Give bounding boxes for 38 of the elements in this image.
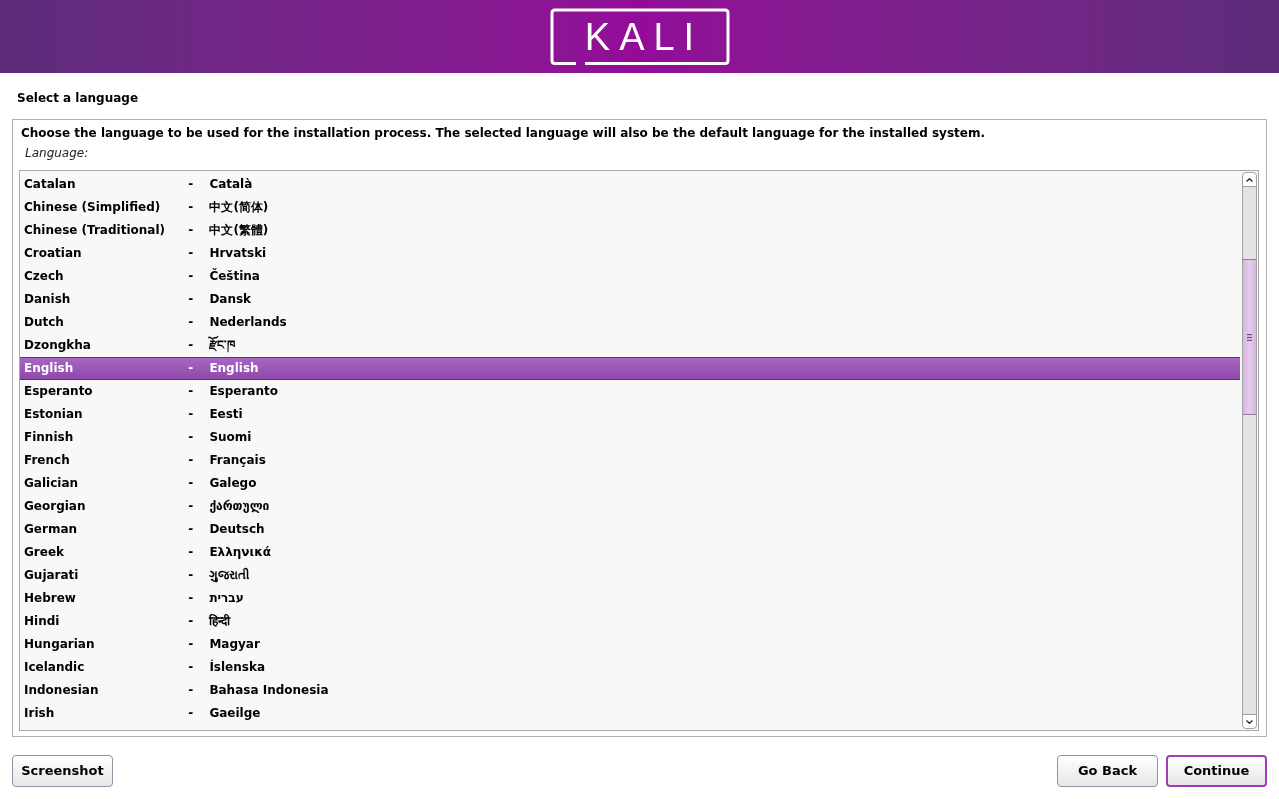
language-option[interactable]: Estonian - Eesti [20,403,1240,426]
chevron-down-icon [1246,719,1253,724]
language-option[interactable]: Esperanto - Esperanto [20,380,1240,403]
language-option[interactable]: Hungarian - Magyar [20,633,1240,656]
chevron-up-icon [1246,177,1253,182]
language-option[interactable]: French - Français [20,449,1240,472]
go-back-button[interactable]: Go Back [1057,755,1158,787]
language-option[interactable]: Dzongkha - རྫོང་ཁ [20,334,1240,357]
language-option[interactable]: Croatian - Hrvatski [20,242,1240,265]
language-option[interactable]: Irish - Gaeilge [20,702,1240,725]
language-option[interactable]: Finnish - Suomi [20,426,1240,449]
language-option[interactable]: German - Deutsch [20,518,1240,541]
language-option[interactable]: Chinese (Simplified) - 中文(简体) [20,196,1240,219]
language-option[interactable]: Georgian - ქართული [20,495,1240,518]
language-option[interactable]: Indonesian - Bahasa Indonesia [20,679,1240,702]
screenshot-button[interactable]: Screenshot [12,755,113,787]
scroll-thumb[interactable] [1243,259,1256,415]
logo-text: KALI [583,17,704,57]
language-option[interactable]: Galician - Galego [20,472,1240,495]
page-title: Select a language [17,91,139,105]
list-label: Language: [24,145,90,161]
language-option[interactable]: Icelandic - Íslenska [20,656,1240,679]
language-option[interactable]: Chinese (Traditional) - 中文(繁體) [20,219,1240,242]
language-option[interactable]: Danish - Dansk [20,288,1240,311]
language-option[interactable]: Gujarati - ગુજરાતી [20,564,1240,587]
language-option[interactable]: Catalan - Català [20,173,1240,196]
language-option[interactable]: Greek - Ελληνικά [20,541,1240,564]
scroll-down-button[interactable] [1243,714,1256,728]
language-option[interactable]: Czech - Čeština [20,265,1240,288]
language-option[interactable]: Dutch - Nederlands [20,311,1240,334]
language-option[interactable]: English - English [20,357,1240,380]
grip-icon [1247,333,1252,341]
description-text: Choose the language to be used for the installation process. The selected language will also be the default language for the installed system. [20,125,986,141]
continue-button[interactable]: Continue [1166,755,1267,787]
scroll-up-button[interactable] [1243,173,1256,187]
language-option[interactable]: Hindi - हिन्दी [20,610,1240,633]
logo-frame-icon [549,8,730,66]
scrollbar[interactable] [1242,172,1257,729]
